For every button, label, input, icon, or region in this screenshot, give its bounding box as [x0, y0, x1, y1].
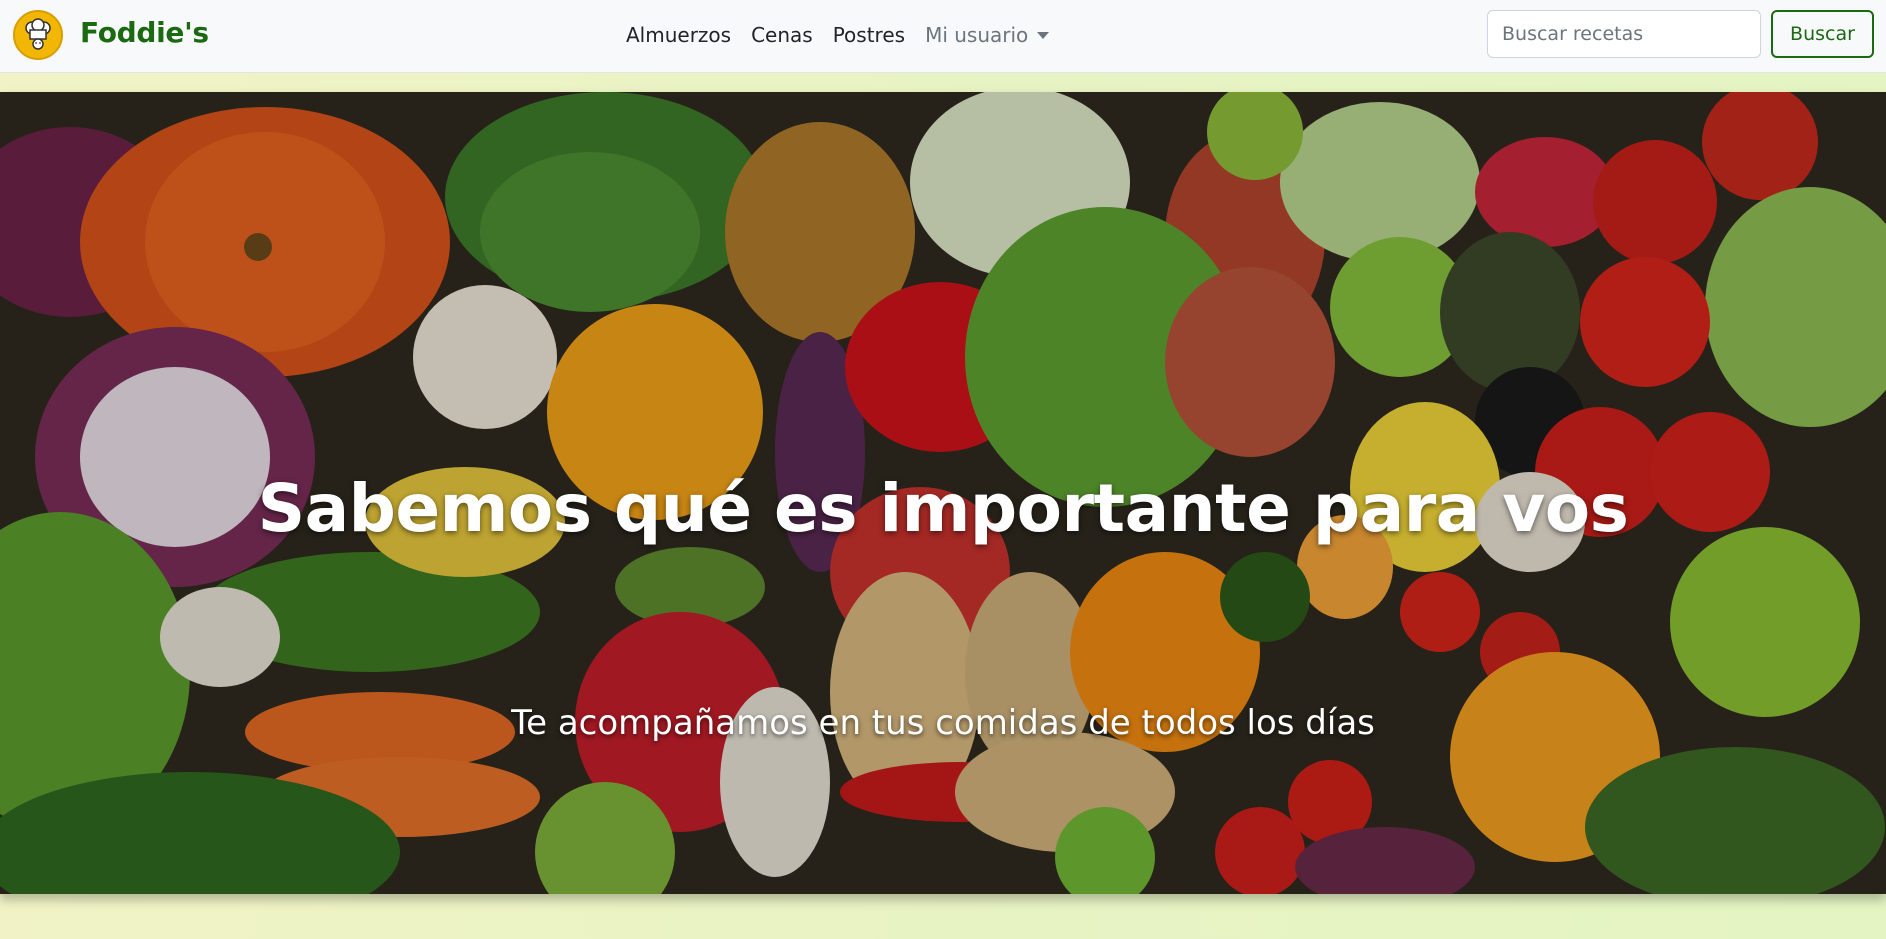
nav-link-cenas[interactable]: Cenas	[751, 23, 813, 47]
hero-subtitle: Te acompañamos en tus comidas de todos l…	[511, 703, 1375, 743]
nav-links: Almuerzos Cenas Postres Mi usuario	[626, 20, 1069, 50]
user-menu-label: Mi usuario	[925, 23, 1029, 47]
search-input[interactable]	[1487, 10, 1761, 58]
search-button[interactable]: Buscar	[1771, 10, 1874, 58]
nav-link-postres[interactable]: Postres	[833, 23, 905, 47]
hero-title: Sabemos qué es importante para vos	[257, 470, 1629, 547]
navbar: Foddie's Almuerzos Cenas Postres Mi usua…	[0, 0, 1886, 73]
brand-logo[interactable]	[13, 10, 63, 60]
chef-hat-icon	[25, 18, 51, 50]
nav-link-almuerzos[interactable]: Almuerzos	[626, 23, 731, 47]
hero-banner: Sabemos qué es importante para vos Te ac…	[0, 92, 1886, 894]
brand-name[interactable]: Foddie's	[80, 16, 209, 49]
chevron-down-icon	[1037, 31, 1050, 39]
user-menu-dropdown[interactable]: Mi usuario	[925, 23, 1050, 47]
